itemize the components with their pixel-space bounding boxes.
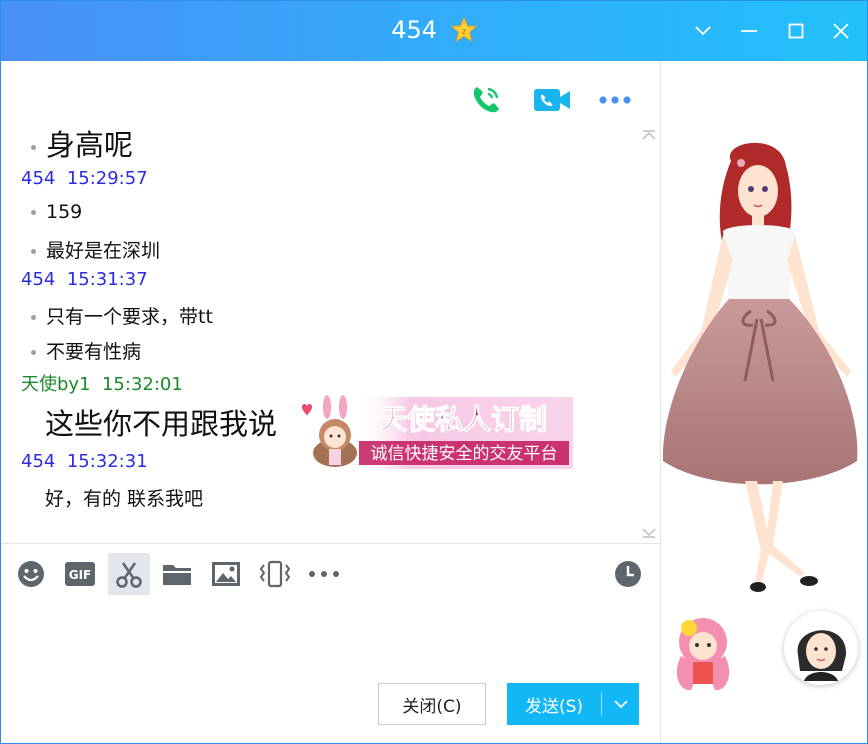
window-title: 454 (391, 16, 438, 44)
bullet-icon (31, 350, 36, 355)
message-text: 这些你不用跟我说 (45, 407, 278, 441)
sender-name: 天使by1 (21, 374, 91, 395)
message-item: 最好是在深圳 (31, 236, 671, 263)
send-button-label: 发送(S) (524, 696, 584, 717)
input-divider (1, 543, 660, 544)
chat-window: 454 z 身高呢 454 15:29:57 159 最好是在深圳 454 15… (0, 0, 868, 744)
input-toolbar: GIF (1, 553, 660, 595)
sender-name: 454 (21, 168, 56, 189)
chevron-down-icon[interactable] (689, 17, 717, 45)
message-meta-self: 天使by1 15:32:01 (21, 370, 661, 396)
sender-name: 454 (21, 269, 56, 290)
title-bar[interactable]: 454 z (1, 1, 867, 61)
message-time: 15:32:01 (101, 374, 183, 395)
profile-show-pane (660, 61, 867, 743)
ad-headline: 天使私人订制 (379, 403, 547, 436)
minimize-icon[interactable] (735, 17, 763, 45)
phone-call-icon[interactable] (467, 81, 505, 119)
message-text: 身高呢 (46, 128, 134, 162)
message-item: 只有一个要求，带tt (31, 302, 671, 329)
maximize-icon[interactable] (782, 17, 810, 45)
bullet-icon (31, 249, 36, 254)
emoji-icon[interactable] (10, 553, 52, 595)
star-badge-icon: z (450, 16, 477, 43)
message-time: 15:31:37 (66, 269, 148, 290)
gif-label: GIF (69, 568, 92, 582)
message-text: 最好是在深圳 (46, 240, 161, 262)
more-icon[interactable] (303, 553, 345, 595)
message-text: 不要有性病 (46, 341, 142, 363)
svg-text:z: z (461, 27, 466, 37)
message-input[interactable] (1, 597, 660, 677)
close-button-label: 关闭(C) (402, 696, 462, 717)
gif-icon[interactable]: GIF (59, 553, 101, 595)
message-list[interactable]: 身高呢 454 15:29:57 159 最好是在深圳 454 15:31:37… (1, 121, 641, 591)
message-item: 159 (31, 201, 671, 223)
avatar[interactable] (784, 611, 858, 685)
bullet-icon (31, 315, 36, 320)
character-illustration (662, 142, 858, 592)
message-item: 不要有性病 (31, 337, 671, 364)
message-item: 身高呢 (31, 122, 671, 164)
image-icon[interactable] (205, 553, 247, 595)
bullet-icon (31, 210, 36, 215)
message-time: 15:32:31 (66, 451, 148, 472)
message-meta: 454 15:31:37 (21, 269, 661, 290)
message-item: 好，有的 联系我吧 (45, 484, 685, 511)
message-text: 159 (46, 201, 83, 223)
scroll-down-icon[interactable] (641, 527, 657, 539)
shake-icon[interactable] (254, 553, 296, 595)
message-text: 好，有的 联系我吧 (45, 488, 204, 510)
more-icon[interactable] (597, 87, 633, 113)
sender-name: 454 (21, 451, 56, 472)
ad-banner[interactable]: 天使私人订制 诚信快捷安全的交友平台 (297, 395, 573, 471)
message-time: 15:29:57 (66, 168, 148, 189)
message-text: 只有一个要求，带tt (46, 306, 213, 328)
video-call-icon[interactable] (531, 81, 573, 119)
chat-pane: 身高呢 454 15:29:57 159 最好是在深圳 454 15:31:37… (1, 61, 660, 743)
folder-icon[interactable] (156, 553, 198, 595)
ad-subline: 诚信快捷安全的交友平台 (371, 444, 558, 464)
close-button[interactable]: 关闭(C) (378, 683, 486, 725)
send-button[interactable]: 发送(S) (507, 683, 639, 725)
chibi-sticker (676, 618, 730, 691)
send-options-chevron-icon[interactable] (602, 683, 639, 725)
message-meta: 454 15:29:57 (21, 168, 661, 189)
bullet-icon (31, 144, 36, 150)
scroll-up-icon[interactable] (641, 129, 657, 141)
history-clock-icon[interactable] (607, 553, 649, 595)
scissors-icon[interactable] (108, 553, 150, 595)
close-icon[interactable] (827, 17, 855, 45)
